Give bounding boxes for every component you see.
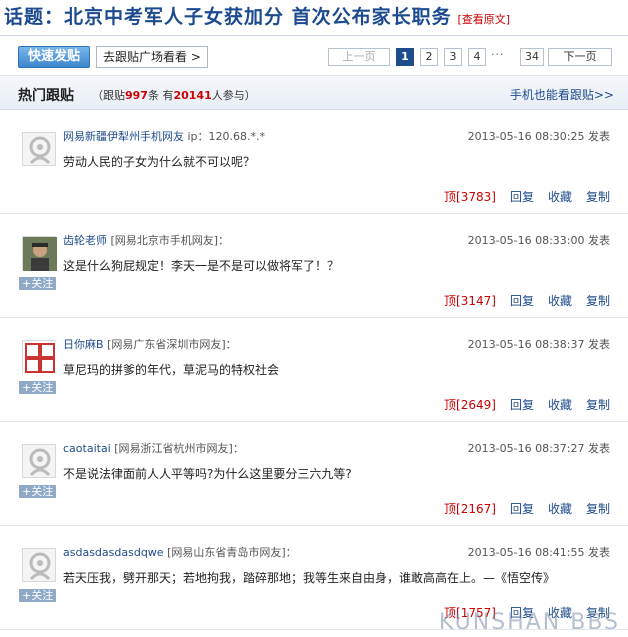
stats-prefix: （跟贴 <box>92 89 125 102</box>
go-square-label: 去跟贴广场看看 <box>103 50 188 64</box>
post-location: [网易浙江省杭州市网友]： <box>110 442 244 455</box>
default-avatar-icon <box>29 448 51 477</box>
favorite-button[interactable]: 收藏 <box>548 190 572 204</box>
post-actions: 顶[3783] 回复 收藏 复制 <box>430 188 610 205</box>
post-content: 这是什么狗屁规定！李天一是不是可以做将军了！？ <box>63 259 340 273</box>
post-date: 2013-05-16 08:33:00 发表 <box>467 234 610 247</box>
page-2-button[interactable]: 2 <box>420 48 438 66</box>
post-content: 草尼玛的拼爹的年代，草泥马的特权社会 <box>63 363 280 377</box>
post-date: 2013-05-16 08:38:37 发表 <box>467 338 610 351</box>
stats-suffix: 人参与） <box>211 89 256 102</box>
post-item: +关注 日你麻B [网易广东省深圳市网友]： 2013-05-16 08:38:… <box>0 318 628 422</box>
reply-button[interactable]: 回复 <box>510 398 534 412</box>
chevron-right-icon: > <box>190 50 201 64</box>
post-username[interactable]: caotaitai <box>63 442 111 455</box>
avatar[interactable] <box>22 236 57 271</box>
copy-button[interactable]: 复制 <box>586 502 610 516</box>
post-location: [网易北京市手机网友]： <box>107 234 230 247</box>
favorite-button[interactable]: 收藏 <box>548 294 572 308</box>
post-list: 网易新疆伊犁州手机网友 ip：120.68.*.* 2013-05-16 08:… <box>0 110 628 630</box>
avatar[interactable] <box>22 132 56 166</box>
page-3-button[interactable]: 3 <box>444 48 462 66</box>
reply-button[interactable]: 回复 <box>510 190 534 204</box>
page-1-button[interactable]: 1 <box>396 48 414 66</box>
post-meta: 日你麻B [网易广东省深圳市网友]： <box>63 336 237 352</box>
reply-button[interactable]: 回复 <box>510 502 534 516</box>
post-location: [网易广东省深圳市网友]： <box>103 338 237 351</box>
follow-button[interactable]: +关注 <box>19 277 57 290</box>
post-username[interactable]: 网易新疆伊犁州手机网友 <box>63 130 184 143</box>
prev-page-button[interactable]: 上一页 <box>328 48 390 66</box>
post-username[interactable]: asdasdasdasdqwe <box>63 546 164 559</box>
copy-button[interactable]: 复制 <box>586 190 610 204</box>
toolbar: 快速发贴 去跟贴广场看看 > 上一页 1 2 3 4 ··· 34 下一页 <box>0 36 628 76</box>
post-item: +关注 caotaitai [网易浙江省杭州市网友]： 2013-05-16 0… <box>0 422 628 526</box>
site-watermark: KUNSHAN BBS <box>438 610 620 635</box>
topic-title: 话题：北京中考军人子女获加分 首次公布家长职务 <box>4 6 452 28</box>
post-item: +关注 齿轮老师 [网易北京市手机网友]： 2013-05-16 08:33:0… <box>0 214 628 318</box>
hot-posts-stats: （跟贴997条 有20141人参与） <box>92 87 256 103</box>
copy-button[interactable]: 复制 <box>586 398 610 412</box>
post-date: 2013-05-16 08:30:25 发表 <box>467 130 610 143</box>
follow-button[interactable]: +关注 <box>19 485 57 498</box>
go-square-button[interactable]: 去跟贴广场看看 > <box>96 46 208 68</box>
topic-title-bar: 话题：北京中考军人子女获加分 首次公布家长职务 [查看原文] <box>0 0 628 36</box>
post-content: 劳动人民的子女为什么就不可以呢？ <box>63 155 256 169</box>
avatar[interactable] <box>22 340 57 375</box>
post-meta: caotaitai [网易浙江省杭州市网友]： <box>63 440 244 456</box>
post-username[interactable]: 日你麻B <box>63 338 104 351</box>
next-page-button[interactable]: 下一页 <box>548 48 612 66</box>
page-4-button[interactable]: 4 <box>468 48 486 66</box>
post-actions: 顶[3147] 回复 收藏 复制 <box>430 292 610 309</box>
seal-avatar-icon <box>23 341 57 375</box>
default-avatar-icon <box>29 136 51 165</box>
upvote-button[interactable]: 顶[3147] <box>444 294 496 308</box>
default-avatar-icon <box>29 552 51 581</box>
stats-mid: 条 有 <box>147 89 174 102</box>
copy-button[interactable]: 复制 <box>586 294 610 308</box>
avatar[interactable] <box>22 444 56 478</box>
hot-posts-title: 热门跟贴 <box>18 88 74 104</box>
view-original-link[interactable]: [查看原文] <box>457 13 510 26</box>
upvote-button[interactable]: 顶[3783] <box>444 190 496 204</box>
mobile-link[interactable]: 手机也能看跟贴>> <box>510 86 614 103</box>
page-ellipsis: ··· <box>491 48 505 61</box>
post-meta: 网易新疆伊犁州手机网友 ip：120.68.*.* <box>63 128 265 144</box>
user-count: 20141 <box>173 89 212 102</box>
favorite-button[interactable]: 收藏 <box>548 502 572 516</box>
post-meta: 齿轮老师 [网易北京市手机网友]： <box>63 232 229 248</box>
post-item: 网易新疆伊犁州手机网友 ip：120.68.*.* 2013-05-16 08:… <box>0 110 628 214</box>
follow-button[interactable]: +关注 <box>19 381 57 394</box>
post-username[interactable]: 齿轮老师 <box>63 234 107 247</box>
user-photo-icon <box>23 237 57 271</box>
post-content: 若天压我，劈开那天；若地拘我，踏碎那地；我等生来自由身，谁敢高高在上。—《悟空传… <box>63 571 556 585</box>
post-meta: asdasdasdasdqwe [网易山东省青岛市网友]： <box>63 544 297 560</box>
follow-button[interactable]: +关注 <box>19 589 57 602</box>
post-content: 不是说法律面前人人平等吗?为什么这里要分三六九等? <box>63 467 352 481</box>
post-actions: 顶[2167] 回复 收藏 复制 <box>430 500 610 517</box>
page-last-button[interactable]: 34 <box>520 48 544 66</box>
favorite-button[interactable]: 收藏 <box>548 398 572 412</box>
post-date: 2013-05-16 08:37:27 发表 <box>467 442 610 455</box>
upvote-button[interactable]: 顶[2167] <box>444 502 496 516</box>
avatar[interactable] <box>22 548 56 582</box>
post-location: [网易山东省青岛市网友]： <box>163 546 297 559</box>
hot-posts-header: 热门跟贴 （跟贴997条 有20141人参与） 手机也能看跟贴>> <box>0 76 628 110</box>
fast-post-button[interactable]: 快速发贴 <box>18 46 90 68</box>
post-count: 997 <box>125 89 148 102</box>
post-location: ip：120.68.*.* <box>184 130 266 143</box>
upvote-button[interactable]: 顶[2649] <box>444 398 496 412</box>
reply-button[interactable]: 回复 <box>510 294 534 308</box>
post-actions: 顶[2649] 回复 收藏 复制 <box>430 396 610 413</box>
post-date: 2013-05-16 08:41:55 发表 <box>467 546 610 559</box>
